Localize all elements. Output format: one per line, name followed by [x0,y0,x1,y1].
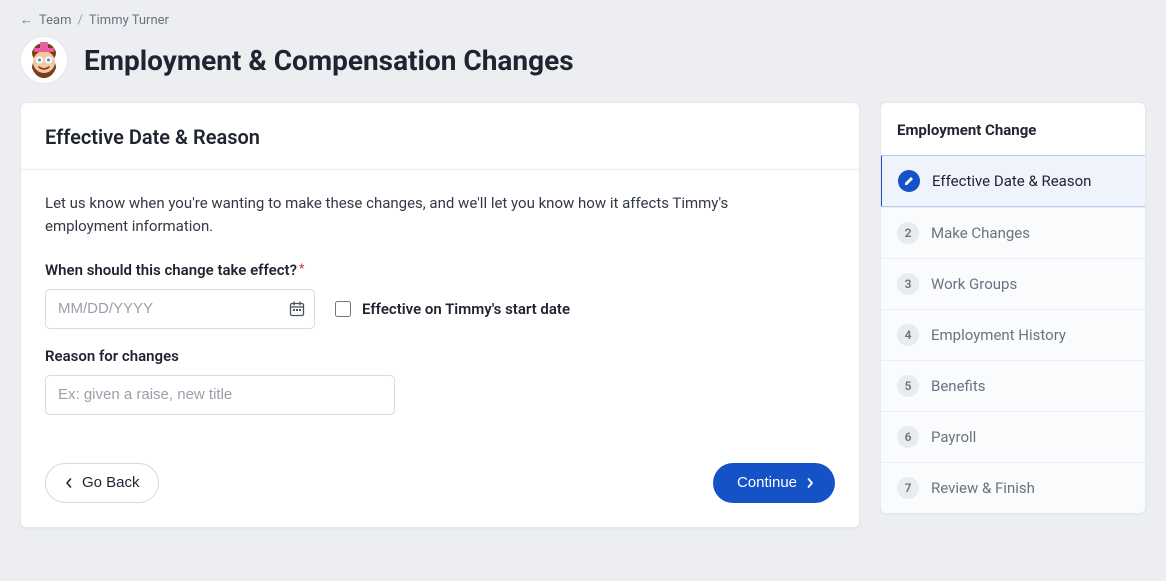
step-work-groups[interactable]: 3 Work Groups [881,258,1145,309]
breadcrumb-separator: / [78,13,83,28]
effective-date-label-text: When should this change take effect? [45,261,297,279]
step-number-badge: 4 [897,324,919,346]
step-list: Effective Date & Reason 2 Make Changes 3… [881,155,1145,513]
step-review-finish[interactable]: 7 Review & Finish [881,462,1145,513]
step-label: Work Groups [931,275,1017,293]
step-label: Make Changes [931,224,1030,242]
step-label: Review & Finish [931,479,1035,497]
card-footer: Go Back Continue [21,441,859,527]
step-label: Payroll [931,428,976,446]
go-back-button[interactable]: Go Back [45,463,159,503]
breadcrumb: ← Team / Timmy Turner [20,12,1146,28]
effective-date-label: When should this change take effect?* [45,261,835,279]
required-marker: * [299,261,304,275]
main-card: Effective Date & Reason Let us know when… [20,102,860,528]
effective-date-input[interactable] [45,289,315,329]
breadcrumb-person-link[interactable]: Timmy Turner [89,13,169,28]
step-effective-date[interactable]: Effective Date & Reason [880,155,1146,207]
back-arrow-icon[interactable]: ← [20,12,33,28]
effective-date-field: When should this change take effect?* [45,261,835,329]
intro-text: Let us know when you're wanting to make … [45,192,765,239]
step-number-badge: 5 [897,375,919,397]
step-number-badge: 7 [897,477,919,499]
reason-field: Reason for changes [45,347,835,415]
card-body: Let us know when you're wanting to make … [21,170,859,441]
step-number-badge: 2 [897,222,919,244]
avatar [20,36,68,84]
continue-label: Continue [737,474,797,491]
step-employment-history[interactable]: 4 Employment History [881,309,1145,360]
step-label: Employment History [931,326,1066,344]
page-title: Employment & Compensation Changes [84,44,574,77]
chevron-right-icon [805,477,815,489]
pencil-icon [898,170,920,192]
breadcrumb-team-link[interactable]: Team [39,13,72,28]
chevron-left-icon [64,477,74,489]
go-back-label: Go Back [82,474,140,491]
start-date-checkbox[interactable] [335,301,351,317]
start-date-checkbox-label: Effective on Timmy's start date [362,300,570,318]
date-input-wrap [45,289,315,329]
reason-label: Reason for changes [45,347,835,365]
continue-button[interactable]: Continue [713,463,835,503]
step-payroll[interactable]: 6 Payroll [881,411,1145,462]
step-benefits[interactable]: 5 Benefits [881,360,1145,411]
side-steps-card: Employment Change Effective Date & Reaso… [880,102,1146,514]
step-number-badge: 3 [897,273,919,295]
reason-input[interactable] [45,375,395,415]
step-label: Benefits [931,377,986,395]
step-label: Effective Date & Reason [932,172,1091,190]
side-title: Employment Change [881,103,1145,155]
section-title: Effective Date & Reason [45,125,835,149]
step-number-badge: 6 [897,426,919,448]
step-make-changes[interactable]: 2 Make Changes [881,207,1145,258]
start-date-checkbox-row[interactable]: Effective on Timmy's start date [331,298,570,320]
card-header: Effective Date & Reason [21,103,859,170]
avatar-illustration [22,38,66,82]
page-header: Employment & Compensation Changes [20,36,1146,84]
